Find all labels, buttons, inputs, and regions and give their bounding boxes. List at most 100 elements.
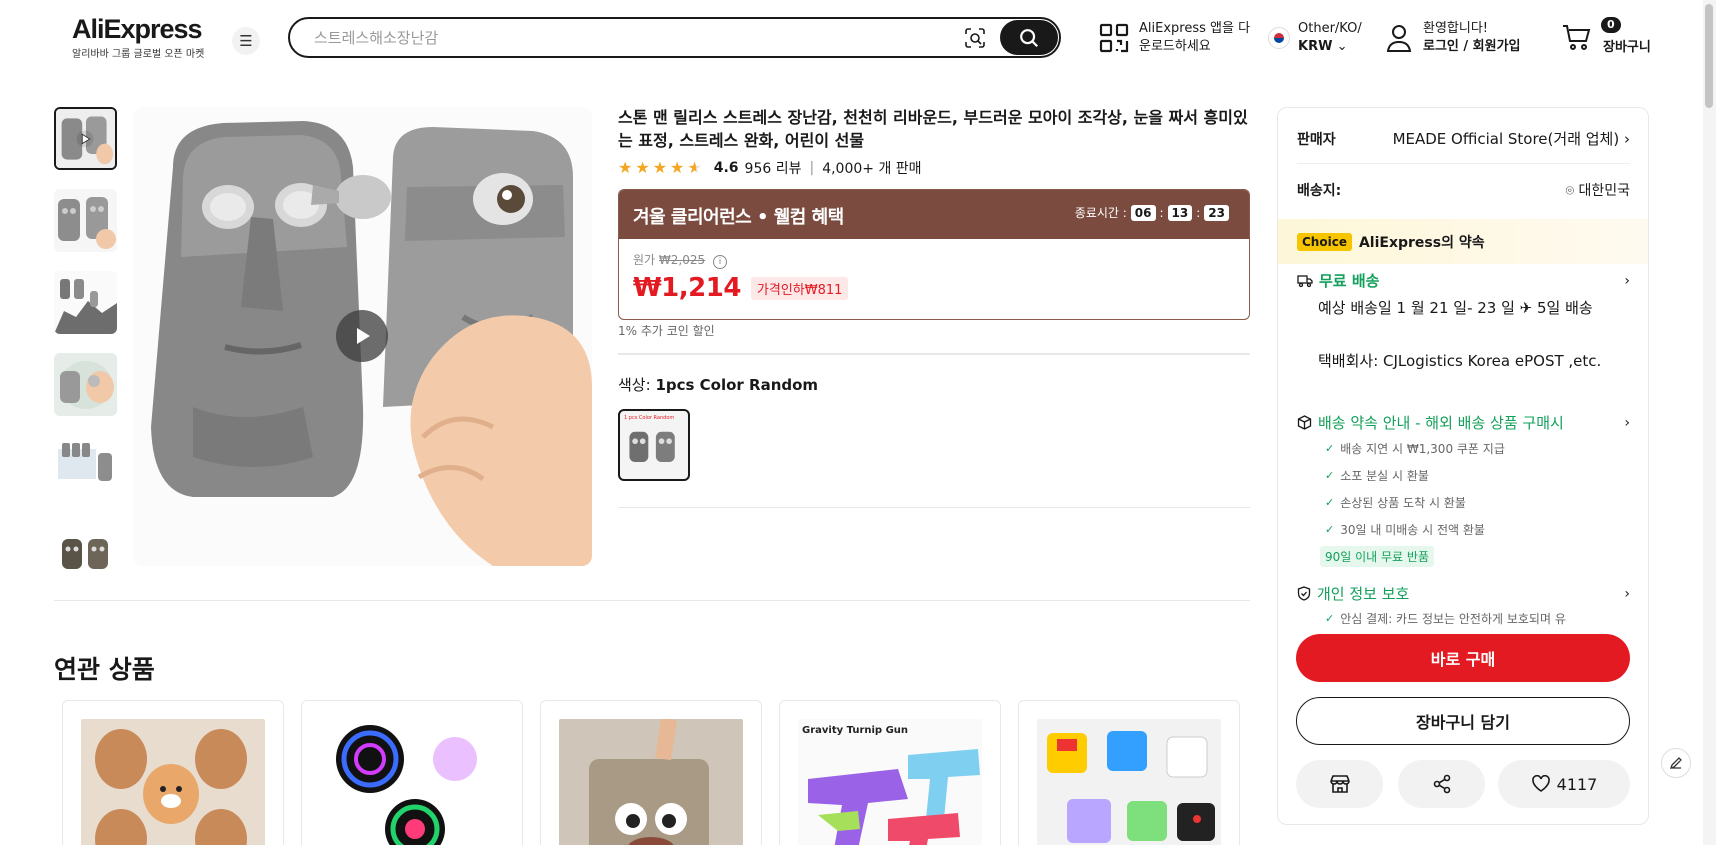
color-value: 1pcs Color Random	[655, 376, 819, 394]
divider	[1297, 163, 1630, 164]
free-shipping-row[interactable]: 무료 배송 ›	[1297, 270, 1630, 291]
pencil-icon	[1669, 757, 1682, 770]
half-star-icon: ★	[687, 158, 702, 177]
wishlist-button[interactable]: 4117	[1498, 760, 1630, 808]
region-language: Other/KO/	[1298, 21, 1362, 36]
page-scrollbar[interactable]	[1703, 0, 1716, 845]
choice-text: AliExpress의 약속	[1358, 234, 1485, 251]
login-link[interactable]: 로그인 / 회원가입	[1423, 38, 1521, 56]
seller-row[interactable]: 판매자 MEADE Official Store(거래 업체) ›	[1297, 128, 1630, 149]
divider	[618, 353, 1250, 355]
wishlist-count: 4117	[1556, 774, 1598, 794]
chevron-right-icon: ›	[1624, 414, 1630, 431]
color-option-swatch[interactable]: 1 pcs Color Random	[618, 409, 690, 481]
product-title: 스톤 맨 릴리스 스트레스 장난감, 천천히 리바운드, 부드러운 모아이 조각…	[618, 108, 1248, 150]
promo-timer: 종료시간 : 06: 13: 23	[1075, 204, 1229, 221]
language-currency-selector[interactable]: Other/KO/ KRW ⌄	[1268, 20, 1362, 56]
sale-price: ₩1,214	[633, 273, 741, 303]
search-button[interactable]	[1000, 20, 1058, 55]
ship-to-row[interactable]: 배송지: ⌾ 대한민국	[1297, 180, 1630, 200]
search-input[interactable]	[314, 27, 954, 49]
buy-now-button[interactable]: 바로 구매	[1296, 634, 1630, 682]
related-product-card[interactable]	[1018, 700, 1240, 845]
scrollbar-thumb[interactable]	[1705, 4, 1713, 108]
privacy-row[interactable]: 개인 정보 보호 ›	[1297, 583, 1630, 604]
timer-label: 종료시간 :	[1074, 206, 1127, 220]
timer-seconds: 23	[1204, 204, 1229, 221]
thumbnail-3[interactable]	[54, 271, 117, 334]
thumbnail-6[interactable]	[54, 517, 117, 580]
chevron-right-icon: ›	[1624, 272, 1630, 289]
promise-item: 30일 내 미배송 시 전액 환불	[1325, 521, 1485, 538]
privacy-item: 안심 결제: 카드 정보는 안전하게 보호되며 유	[1325, 610, 1566, 627]
cart[interactable]: 0 장바구니	[1561, 17, 1651, 55]
rating-stars: ★ ★ ★ ★ ★	[618, 160, 702, 176]
box-icon	[1297, 415, 1312, 430]
menu-button[interactable]: ☰	[232, 27, 260, 55]
promo-box: 겨울 클리어런스 • 웰컴 혜택 종료시간 : 06: 13: 23 원가 ₩2…	[618, 189, 1250, 320]
seller-label: 판매자	[1297, 131, 1336, 148]
ship-to-label: 배송지:	[1297, 183, 1342, 199]
user-icon	[1386, 25, 1412, 52]
heart-icon	[1531, 775, 1550, 792]
star-icon: ★	[652, 158, 668, 177]
delivery-promise-label: 배송 약속 안내 - 해외 배송 상품 구매시	[1318, 414, 1564, 432]
promo-header: 겨울 클리어런스 • 웰컴 혜택 종료시간 : 06: 13: 23	[619, 190, 1249, 239]
search-icon	[1020, 28, 1039, 47]
image-search-icon[interactable]	[963, 26, 987, 50]
hamburger-icon: ☰	[239, 32, 253, 50]
currency: KRW	[1298, 39, 1333, 54]
color-label-row: 색상: 1pcs Color Random	[618, 374, 818, 395]
store-button[interactable]	[1296, 760, 1383, 808]
delivery-promise-row[interactable]: 배송 약속 안내 - 해외 배송 상품 구매시 ›	[1297, 412, 1630, 433]
thumbnail-video[interactable]	[54, 107, 117, 170]
promise-item: 손상된 상품 도착 시 환불	[1325, 494, 1466, 511]
play-icon	[357, 328, 370, 344]
color-label: 색상:	[618, 376, 651, 394]
star-icon: ★	[670, 158, 685, 177]
related-product-card[interactable]	[62, 700, 284, 845]
thumbnail-4[interactable]	[54, 353, 117, 416]
add-to-cart-button[interactable]: 장바구니 담기	[1296, 697, 1630, 745]
truck-icon	[1297, 274, 1313, 287]
account-menu[interactable]: 환영합니다! 로그인 / 회원가입	[1385, 20, 1521, 56]
related-product-card[interactable]	[301, 700, 523, 845]
shield-icon	[1297, 586, 1311, 601]
share-button[interactable]	[1398, 760, 1485, 808]
review-count[interactable]: 956 리뷰	[745, 158, 802, 178]
promise-item: 소포 분실 시 환불	[1325, 467, 1429, 484]
delivery-estimate: 예상 배송일 1 월 21 일- 23 일 ✈ 5일 배송	[1318, 299, 1593, 317]
search-bar	[288, 17, 1061, 58]
logo-text: AliExpress	[72, 14, 203, 44]
welcome-text: 환영합니다!	[1423, 21, 1489, 36]
separator: |	[809, 160, 815, 176]
discount-badge: 가격인하₩811	[750, 276, 849, 300]
feedback-edit-button[interactable]	[1661, 748, 1691, 778]
thumbnail-list	[54, 107, 117, 599]
location-pin-icon: ⌾	[1565, 183, 1575, 199]
info-icon[interactable]: i	[712, 255, 727, 269]
divider	[618, 507, 1250, 508]
aliexpress-logo[interactable]: AliExpress 알리바바 그룹 글로벌 오픈 마켓	[72, 14, 212, 60]
promise-item: 배송 지연 시 ₩1,300 쿠폰 지급	[1325, 440, 1505, 457]
card-caption: Gravity Turnip Gun	[802, 725, 909, 736]
choice-tag: Choice	[1297, 232, 1352, 251]
play-video-button[interactable]	[336, 310, 388, 362]
original-price-label: 원가	[633, 253, 656, 267]
related-product-card[interactable]: Gravity Turnip Gun	[779, 700, 1001, 845]
app-download[interactable]: AliExpress 앱을 다운로드하세요	[1099, 20, 1251, 56]
cart-label: 장바구니	[1603, 40, 1651, 55]
swatch-text: 1 pcs Color Random	[624, 415, 675, 421]
korea-flag-icon	[1268, 27, 1290, 49]
original-price: ₩2,025	[658, 253, 706, 267]
related-product-card[interactable]	[540, 700, 762, 845]
privacy-label: 개인 정보 보호	[1317, 585, 1410, 603]
app-download-text: AliExpress 앱을 다운로드하세요	[1139, 21, 1251, 54]
chevron-down-icon: ⌄	[1336, 39, 1348, 54]
rating-value: 4.6	[713, 160, 739, 176]
thumbnail-2[interactable]	[54, 189, 117, 252]
rating-row: ★ ★ ★ ★ ★ 4.6 956 리뷰 | 4,000+ 개 판매	[618, 158, 922, 178]
ship-to-value: ⌾ 대한민국	[1565, 183, 1630, 199]
chevron-right-icon: ›	[1624, 585, 1630, 602]
thumbnail-5[interactable]	[54, 435, 117, 498]
